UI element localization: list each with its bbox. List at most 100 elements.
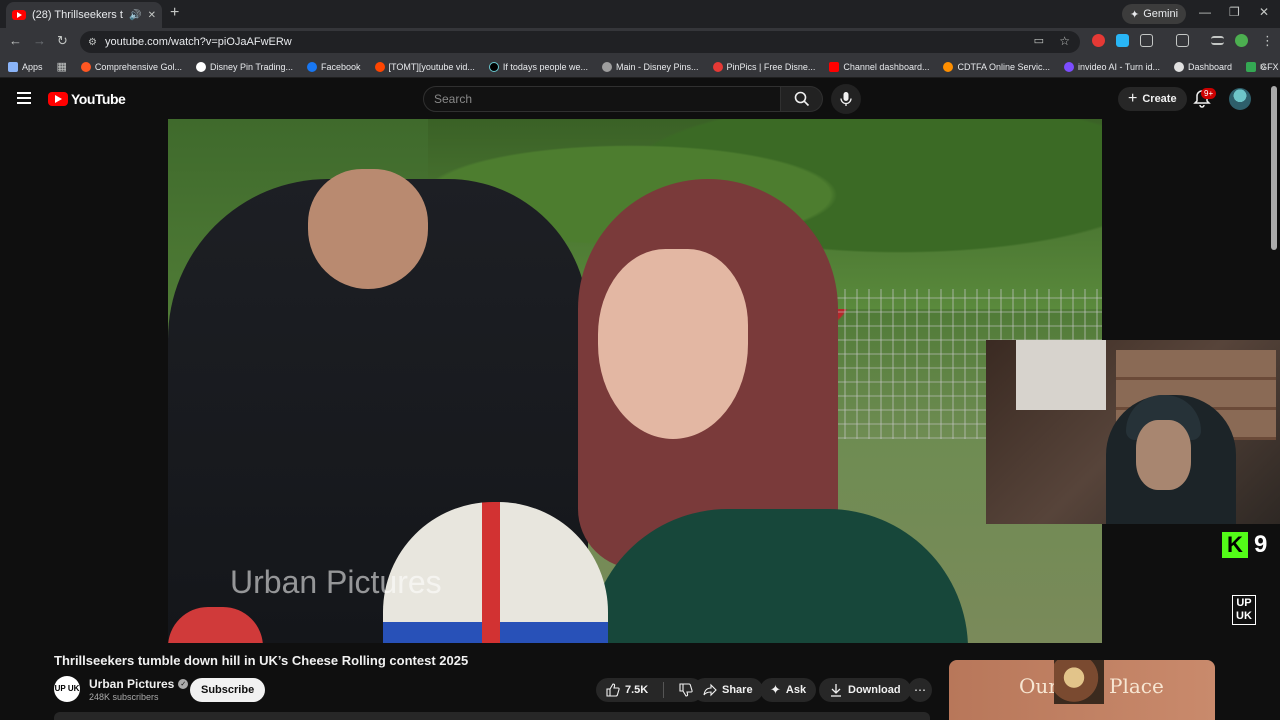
youtube-wordmark: YouTube [71, 91, 126, 107]
description-box[interactable] [54, 712, 930, 720]
ad-word-right: Place [1109, 674, 1164, 698]
new-tab-icon[interactable]: + [170, 4, 179, 22]
tab-grid-icon[interactable]: ▦ [57, 60, 67, 73]
profile-icon[interactable] [1235, 34, 1248, 47]
channel-avatar[interactable]: UP UK [54, 676, 80, 702]
video-frame-woman [578, 179, 968, 643]
thumbs-up-icon [606, 683, 620, 697]
bookmark-item[interactable]: PinPics | Free Disne... [712, 61, 815, 72]
tiktok-icon [488, 61, 499, 72]
download-icon [831, 684, 841, 697]
kick-overlay: K 9 [1222, 531, 1267, 559]
subscriber-count: 248K subscribers [89, 692, 159, 702]
hamburger-menu-icon[interactable] [17, 92, 31, 104]
bookmark-item[interactable]: If todays people we... [488, 61, 588, 72]
bookmark-item[interactable]: CDTFA Online Servic... [943, 61, 1050, 72]
voice-search-button[interactable] [831, 84, 861, 114]
bookmark-item[interactable]: Apps [8, 61, 43, 72]
site-info-icon[interactable]: ⚙ [88, 37, 97, 48]
minimize-icon[interactable]: — [1199, 5, 1211, 19]
bookmark-item[interactable]: Facebook [307, 61, 361, 72]
more-actions-icon[interactable]: ⋯ [908, 678, 932, 702]
extension-icon[interactable] [1116, 34, 1129, 47]
bookmark-item[interactable]: invideo AI - Turn id... [1063, 61, 1160, 72]
ask-button[interactable]: ✦ Ask [760, 678, 817, 702]
subscribe-button[interactable]: Subscribe [190, 678, 266, 702]
download-label: Download [848, 684, 901, 696]
bookmarks-bar: Apps ▦ Comprehensive Gol... Disney Pin T… [0, 56, 1280, 78]
bookmark-favicon-icon [712, 61, 723, 72]
reload-icon[interactable]: ↻ [57, 33, 68, 49]
browser-tab-active[interactable]: (28) Thrillseekers tumble do 🔊 ✕ [6, 2, 162, 28]
sidepanel-icon[interactable] [1176, 34, 1189, 47]
url-text[interactable]: youtube.com/watch?v=piOJaAFwERw [105, 36, 292, 48]
gemini-label: Gemini [1143, 8, 1179, 20]
notification-count-badge: 9+ [1201, 88, 1217, 99]
plus-icon: + [1128, 90, 1138, 107]
window-close-icon[interactable]: ✕ [1259, 5, 1269, 19]
bookmark-favicon-icon [1063, 61, 1074, 72]
bookmark-favicon-icon [943, 61, 954, 72]
video-title: Thrillseekers tumble down hill in UK’s C… [54, 653, 469, 668]
forward-arrow-icon[interactable]: → [33, 33, 46, 48]
stream-overlay-number: 9 [1254, 531, 1268, 558]
bookmark-item[interactable]: Disney Pin Trading... [195, 61, 293, 72]
youtube-header: YouTube + Create 9+ [0, 79, 1280, 119]
chrome-menu-icon[interactable]: ⋮ [1261, 33, 1274, 49]
browser-tab-strip: (28) Thrillseekers tumble do 🔊 ✕ + ✦ Gem… [0, 0, 1280, 28]
youtube-logo[interactable]: YouTube [48, 91, 126, 107]
extensions-puzzle-icon[interactable] [1140, 34, 1153, 47]
account-avatar[interactable] [1229, 88, 1251, 110]
video-player[interactable]: Urban Pictures [168, 119, 1102, 643]
corner-logo-line: UP [1236, 597, 1252, 609]
browser-toolbar: ← → ↻ ⚙ youtube.com/watch?v=piOJaAFwERw … [0, 28, 1280, 56]
create-button[interactable]: + Create [1118, 87, 1187, 111]
bookmarks-overflow-icon[interactable]: » [1260, 61, 1266, 73]
youtube-favicon-icon [12, 10, 26, 20]
bookmark-item[interactable]: Dashboard [1174, 61, 1232, 72]
youtube-icon [829, 61, 840, 72]
channel-name-link[interactable]: Urban Pictures ✓ [89, 677, 189, 691]
speaker-icon[interactable]: 🔊 [129, 10, 141, 21]
bookmark-item[interactable]: Channel dashboard... [829, 61, 929, 72]
tab-title: (28) Thrillseekers tumble do [32, 9, 123, 21]
search-box[interactable] [423, 86, 781, 112]
bookmark-favicon-icon [601, 61, 612, 72]
search-input[interactable] [434, 87, 780, 111]
sparkle-icon: ✦ [1130, 8, 1140, 21]
restore-icon[interactable]: ❐ [1229, 5, 1240, 19]
download-button[interactable]: Download [819, 678, 911, 702]
bookmark-item[interactable]: [TOMT][youtube vid... [374, 61, 475, 72]
back-arrow-icon[interactable]: ← [9, 33, 22, 48]
page-scrollbar[interactable] [1271, 86, 1277, 250]
gemini-button[interactable]: ✦ Gemini [1122, 4, 1187, 24]
sparkle-icon: ✦ [770, 682, 781, 697]
ad-word-left: Our [1019, 674, 1058, 698]
extension-icon[interactable] [1092, 34, 1105, 47]
video-watermark: Urban Pictures [230, 564, 442, 600]
share-button[interactable]: Share [693, 678, 763, 702]
youtube-play-icon [48, 92, 68, 106]
bookmark-item[interactable]: Main - Disney Pins... [601, 61, 699, 72]
address-bar[interactable]: ⚙ youtube.com/watch?v=piOJaAFwERw ▭ ☆ [80, 31, 1080, 53]
channel-corner-logo: UP UK [1232, 595, 1256, 625]
corner-logo-line: UK [1236, 610, 1252, 622]
tab-close-icon[interactable]: ✕ [148, 10, 156, 21]
divider [663, 682, 665, 698]
search-button[interactable] [781, 86, 823, 112]
share-arrow-icon [703, 683, 717, 697]
bookmark-star-icon[interactable]: ☆ [1059, 34, 1070, 48]
bookmark-favicon-icon [195, 61, 206, 72]
google-drive-icon [1246, 61, 1257, 72]
share-label: Share [722, 684, 753, 696]
reading-list-icon[interactable] [1211, 36, 1224, 45]
bookmark-item[interactable]: Comprehensive Gol... [80, 61, 182, 72]
verified-check-icon: ✓ [178, 679, 189, 689]
microphone-icon [840, 92, 852, 106]
bookmark-favicon-icon [80, 61, 91, 72]
install-app-icon[interactable]: ▭ [1034, 34, 1044, 47]
sidebar-ad-banner[interactable]: Our Place [949, 660, 1215, 720]
like-button[interactable]: 7.5K [596, 678, 658, 702]
like-dislike-group: 7.5K [596, 678, 704, 702]
thumbs-down-icon [679, 683, 693, 697]
